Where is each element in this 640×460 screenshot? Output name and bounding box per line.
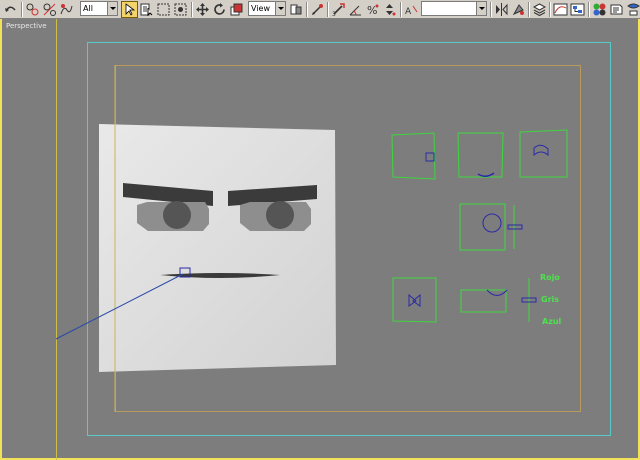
chevron-down-icon [275,2,285,15]
brow-center-control[interactable] [457,132,504,178]
move-icon[interactable] [195,2,210,17]
curve-editor-icon[interactable] [553,2,568,17]
eye-look-control[interactable] [459,203,523,251]
layers-icon[interactable] [532,2,547,17]
percent-snap-icon[interactable]: % [365,2,380,17]
rotate-icon[interactable] [212,2,227,17]
render-icon[interactable] [626,2,640,17]
brow-right-control[interactable] [519,129,568,178]
material-editor-icon[interactable] [592,2,607,17]
reference-coordinate-dropdown[interactable]: View [248,1,286,16]
bind-spacewarp-icon[interactable] [59,2,74,17]
select-by-name-icon[interactable] [139,2,154,17]
select-link-icon[interactable] [25,2,40,17]
mirror-icon[interactable] [494,2,509,17]
select-icon[interactable] [121,1,138,18]
rect-region-icon[interactable] [156,2,171,17]
reference-coordinate-value: View [251,4,270,13]
pivot-icon[interactable] [289,2,304,17]
render-setup-icon[interactable] [609,2,624,17]
named-selection-dropdown[interactable] [421,1,487,16]
mouth-shape-control[interactable] [392,277,437,323]
edit-named-selection-icon[interactable]: A [404,2,419,17]
undo-icon[interactable] [3,2,18,17]
color-label-gray: Gris [541,295,560,304]
color-label-red: Rojo [540,273,560,282]
perspective-viewport[interactable]: Perspective Rojo Gris Azul [0,19,640,460]
jaw-control[interactable] [460,289,508,313]
chevron-down-icon [476,2,486,15]
snap-icon[interactable]: 3 [331,2,346,17]
control-rig [391,129,568,323]
angle-snap-icon[interactable] [348,2,363,17]
brow-left-control[interactable] [391,132,436,180]
svg-text:3: 3 [332,11,336,17]
chevron-down-icon [107,2,117,15]
spinner-snap-icon[interactable] [382,2,397,17]
selection-filter-value: All [83,4,93,13]
window-crossing-icon[interactable] [173,2,188,17]
schematic-view-icon[interactable] [570,2,585,17]
svg-text:A: A [405,7,412,17]
unlink-icon[interactable] [42,2,57,17]
selection-filter-dropdown[interactable]: All [80,1,118,16]
color-slider-control[interactable] [521,278,537,322]
main-toolbar: All View 3 % A [0,0,640,19]
manipulate-icon[interactable] [310,2,325,17]
scale-icon[interactable] [229,2,244,17]
align-icon[interactable] [511,2,526,17]
color-label-blue: Azul [542,317,562,326]
